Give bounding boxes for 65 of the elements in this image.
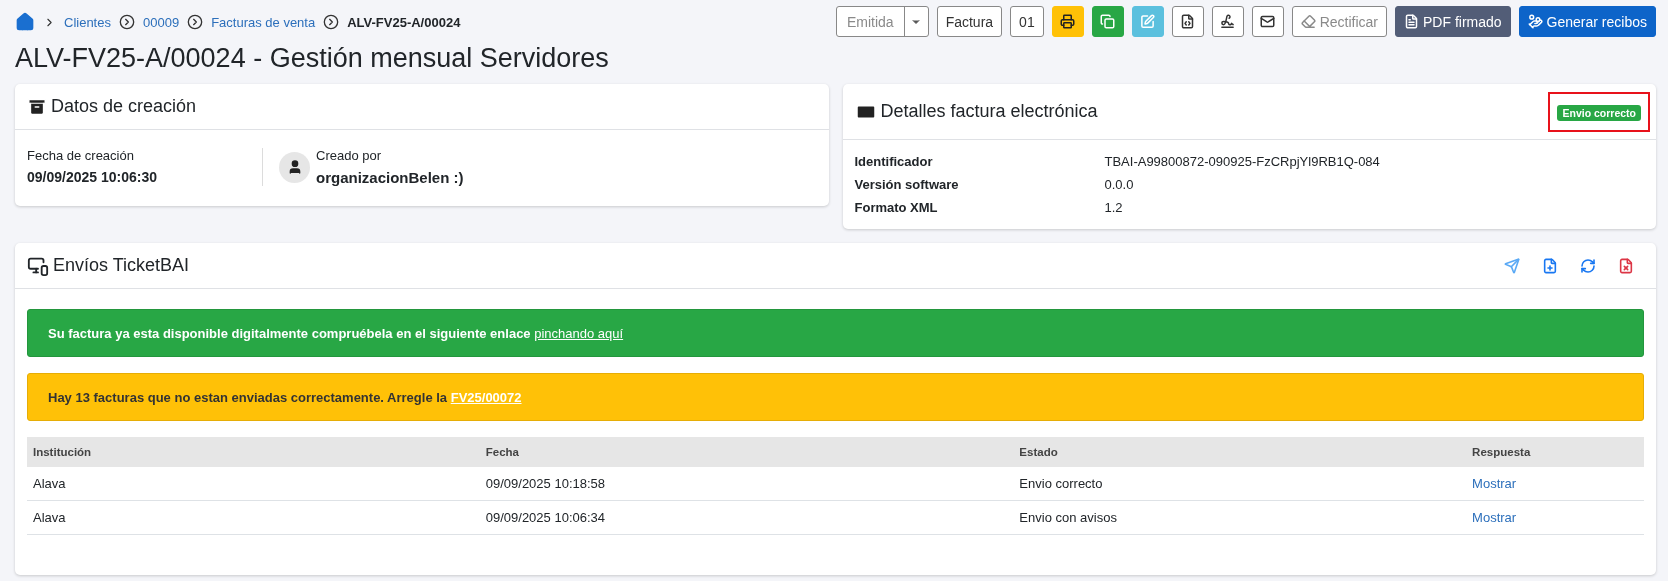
card-title: Datos de creación — [27, 96, 197, 117]
file-plus-icon — [1542, 257, 1558, 274]
breadcrumb-link[interactable]: 00009 — [142, 14, 180, 30]
signature-button[interactable] — [1211, 6, 1244, 37]
signature-icon — [1220, 14, 1236, 29]
alert-text: Hay 13 facturas que no estan enviadas correctamente. Arregle la FV25/00072 — [48, 389, 522, 405]
card-title: Detalles factura electrónica — [854, 100, 1098, 123]
field-value: TBAI-A99800872-090925-FzCRpjYl9RB1Q-084 — [1104, 154, 1381, 169]
toolbar-button[interactable]: PDF firmado — [1395, 6, 1511, 37]
avatar-icon — [279, 151, 310, 183]
pdf-file-icon — [1404, 14, 1420, 29]
field-label: Versión software — [854, 177, 960, 192]
show-link[interactable]: Mostrar — [1472, 476, 1517, 491]
alert-link[interactable]: pinchando aquí — [534, 325, 624, 341]
column-header: Institución — [27, 437, 480, 467]
table-cell: Envio correcto — [1013, 467, 1467, 501]
copy-button[interactable] — [1091, 6, 1124, 37]
toolbar-button[interactable]: Factura — [936, 6, 1003, 37]
home-link[interactable] — [15, 12, 35, 32]
table-cell: 09/09/2025 10:18:58 — [479, 467, 1014, 501]
table-cell: Envio con avisos — [1013, 500, 1467, 535]
breadcrumb-link[interactable]: Facturas de venta — [211, 14, 316, 30]
send-button[interactable] — [1504, 257, 1520, 274]
mail-button[interactable] — [1251, 6, 1284, 37]
table-cell: 09/09/2025 10:06:34 — [479, 500, 1014, 535]
creation-date: 09/09/2025 10:06:30 — [27, 169, 158, 185]
copy-icon — [1100, 14, 1116, 29]
xml-file-icon — [1180, 14, 1196, 29]
creator-name: organizacionBelen :) — [316, 169, 464, 186]
chevron-circle-icon — [187, 14, 204, 30]
card-title: Envíos TicketBAI — [27, 254, 190, 277]
refresh-button[interactable] — [1580, 257, 1596, 274]
field-value: 1.2 — [1104, 200, 1124, 215]
breadcrumb-link[interactable]: Clientes — [64, 14, 111, 30]
table-cell: Alava — [27, 467, 480, 501]
chevron-circle-icon — [323, 14, 340, 30]
field-label: Fecha de creación — [27, 148, 135, 163]
chevron-circle-icon — [118, 14, 135, 30]
field-label: Identificador — [854, 154, 934, 169]
printer-icon — [1060, 14, 1076, 29]
toolbar-button[interactable]: Generar recibos — [1518, 6, 1656, 37]
field-label: Formato XML — [854, 200, 939, 215]
table-cell: Alava — [27, 500, 480, 535]
print-button[interactable] — [1051, 6, 1084, 37]
file-delete-icon — [1618, 257, 1634, 274]
alert-text: Su factura ya esta disponible digitalmente compruébela en el siguiente enlace pinchando aquí — [48, 325, 624, 341]
field-value: 0.0.0 — [1104, 177, 1135, 192]
refresh-icon — [1580, 257, 1596, 274]
eraser-icon — [1300, 14, 1316, 29]
field-label: Creado por — [316, 148, 383, 163]
status-badge: Envio correcto — [1557, 104, 1641, 121]
file-plus-button[interactable] — [1542, 257, 1558, 274]
column-header: Estado — [1013, 437, 1467, 467]
page-title: ALV-FV25-A/00024 - Gestión mensual Servidores — [15, 43, 610, 74]
send-icon — [1504, 257, 1520, 274]
xml-button[interactable] — [1171, 6, 1204, 37]
show-link[interactable]: Mostrar — [1472, 510, 1517, 525]
toolbar-button[interactable]: 01 — [1010, 6, 1044, 37]
column-header: Fecha — [479, 437, 1014, 467]
file-x-button[interactable] — [1618, 257, 1634, 274]
hand-coin-icon — [1527, 14, 1543, 29]
breadcrumb-current: ALV-FV25-A/00024 — [347, 14, 461, 30]
edit-icon — [1140, 14, 1156, 29]
mail-icon — [1260, 14, 1276, 29]
column-header: Respuesta — [1466, 437, 1644, 467]
